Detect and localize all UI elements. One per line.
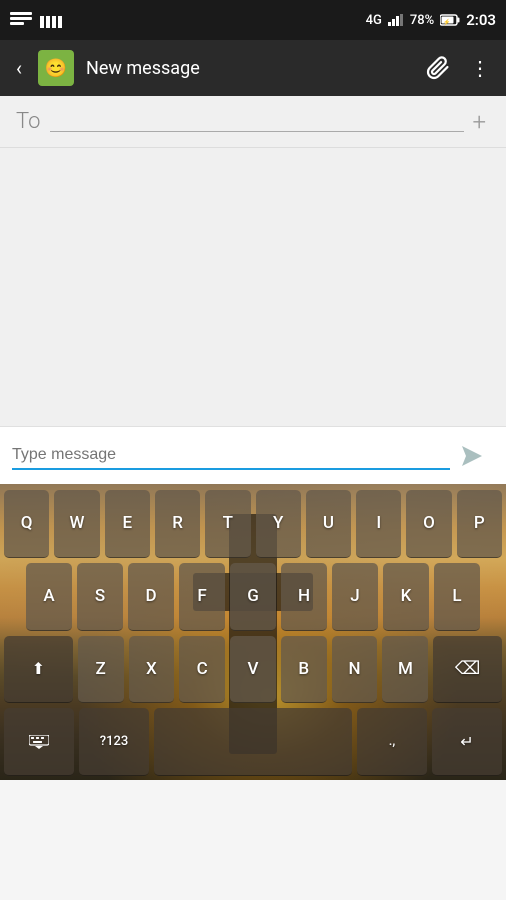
key-x[interactable]: X [129, 636, 175, 704]
attach-button[interactable] [418, 48, 458, 88]
battery-icon: ⚡ [440, 14, 460, 26]
signal-label: 4G [366, 13, 382, 28]
keyboard-toggle-key[interactable] [4, 708, 74, 776]
key-v[interactable]: V [230, 636, 276, 704]
status-left [10, 12, 62, 28]
key-q[interactable]: Q [4, 490, 49, 558]
to-label: To [16, 109, 40, 134]
add-recipient-button[interactable]: + [464, 104, 490, 140]
key-r[interactable]: R [155, 490, 200, 558]
keyboard-row-3: ⬆ Z X C V B N M ⌫ [4, 636, 502, 704]
back-button[interactable]: ‹ [8, 48, 30, 88]
key-g[interactable]: G [230, 563, 276, 631]
keyboard-toggle-icon [29, 735, 49, 749]
send-icon [458, 442, 486, 470]
to-field-container: To + [0, 96, 506, 148]
key-y[interactable]: Y [256, 490, 301, 558]
enter-icon: ↵ [460, 732, 473, 751]
message-area [0, 148, 506, 426]
bars-icon [40, 12, 62, 28]
key-j[interactable]: J [332, 563, 378, 631]
key-w[interactable]: W [54, 490, 99, 558]
send-button[interactable] [450, 434, 494, 478]
keyboard: Q W E R T Y U I O P A S D F G H J K L ⬆ [0, 484, 506, 780]
symbols-key[interactable]: ?123 [79, 708, 149, 776]
to-input[interactable] [50, 111, 464, 132]
keyboard-row-4: ?123 ., ↵ [4, 708, 502, 776]
key-i[interactable]: I [356, 490, 401, 558]
battery-label: 78% [410, 13, 434, 28]
app-icon: 😊 [38, 50, 74, 86]
keyboard-row-2: A S D F G H J K L [4, 563, 502, 631]
svg-text:⚡: ⚡ [443, 18, 450, 26]
key-s[interactable]: S [77, 563, 123, 631]
action-bar: ‹ 😊 New message ⋮ [0, 40, 506, 96]
status-bar: 4G 78% ⚡ 2:03 [0, 0, 506, 40]
status-right: 4G 78% ⚡ 2:03 [366, 11, 496, 29]
backspace-icon: ⌫ [455, 658, 480, 679]
key-b[interactable]: B [281, 636, 327, 704]
app-emoji: 😊 [45, 58, 67, 79]
key-h[interactable]: H [281, 563, 327, 631]
key-l[interactable]: L [434, 563, 480, 631]
paperclip-icon [426, 56, 450, 80]
signal-icon [388, 14, 404, 26]
backspace-key[interactable]: ⌫ [433, 636, 502, 704]
key-d[interactable]: D [128, 563, 174, 631]
type-message-bar [0, 426, 506, 484]
key-k[interactable]: K [383, 563, 429, 631]
message-area-inner [16, 156, 490, 418]
keyboard-row-1: Q W E R T Y U I O P [4, 490, 502, 558]
key-e[interactable]: E [105, 490, 150, 558]
shift-key[interactable]: ⬆ [4, 636, 73, 704]
period-comma-key[interactable]: ., [357, 708, 427, 776]
key-c[interactable]: C [179, 636, 225, 704]
key-a[interactable]: A [26, 563, 72, 631]
enter-key[interactable]: ↵ [432, 708, 502, 776]
keyboard-rows: Q W E R T Y U I O P A S D F G H J K L ⬆ [0, 484, 506, 780]
key-p[interactable]: P [457, 490, 502, 558]
key-u[interactable]: U [306, 490, 351, 558]
key-t[interactable]: T [205, 490, 250, 558]
more-options-button[interactable]: ⋮ [462, 48, 498, 88]
action-icons: ⋮ [418, 48, 498, 88]
type-message-input[interactable] [12, 442, 450, 470]
space-key[interactable] [154, 708, 352, 776]
key-o[interactable]: O [406, 490, 451, 558]
time-label: 2:03 [466, 11, 496, 29]
screen-title: New message [86, 58, 410, 79]
shift-icon: ⬆ [32, 659, 45, 678]
key-m[interactable]: M [382, 636, 428, 704]
key-z[interactable]: Z [78, 636, 124, 704]
key-f[interactable]: F [179, 563, 225, 631]
key-n[interactable]: N [332, 636, 378, 704]
keyboard-status-icon [10, 12, 32, 28]
